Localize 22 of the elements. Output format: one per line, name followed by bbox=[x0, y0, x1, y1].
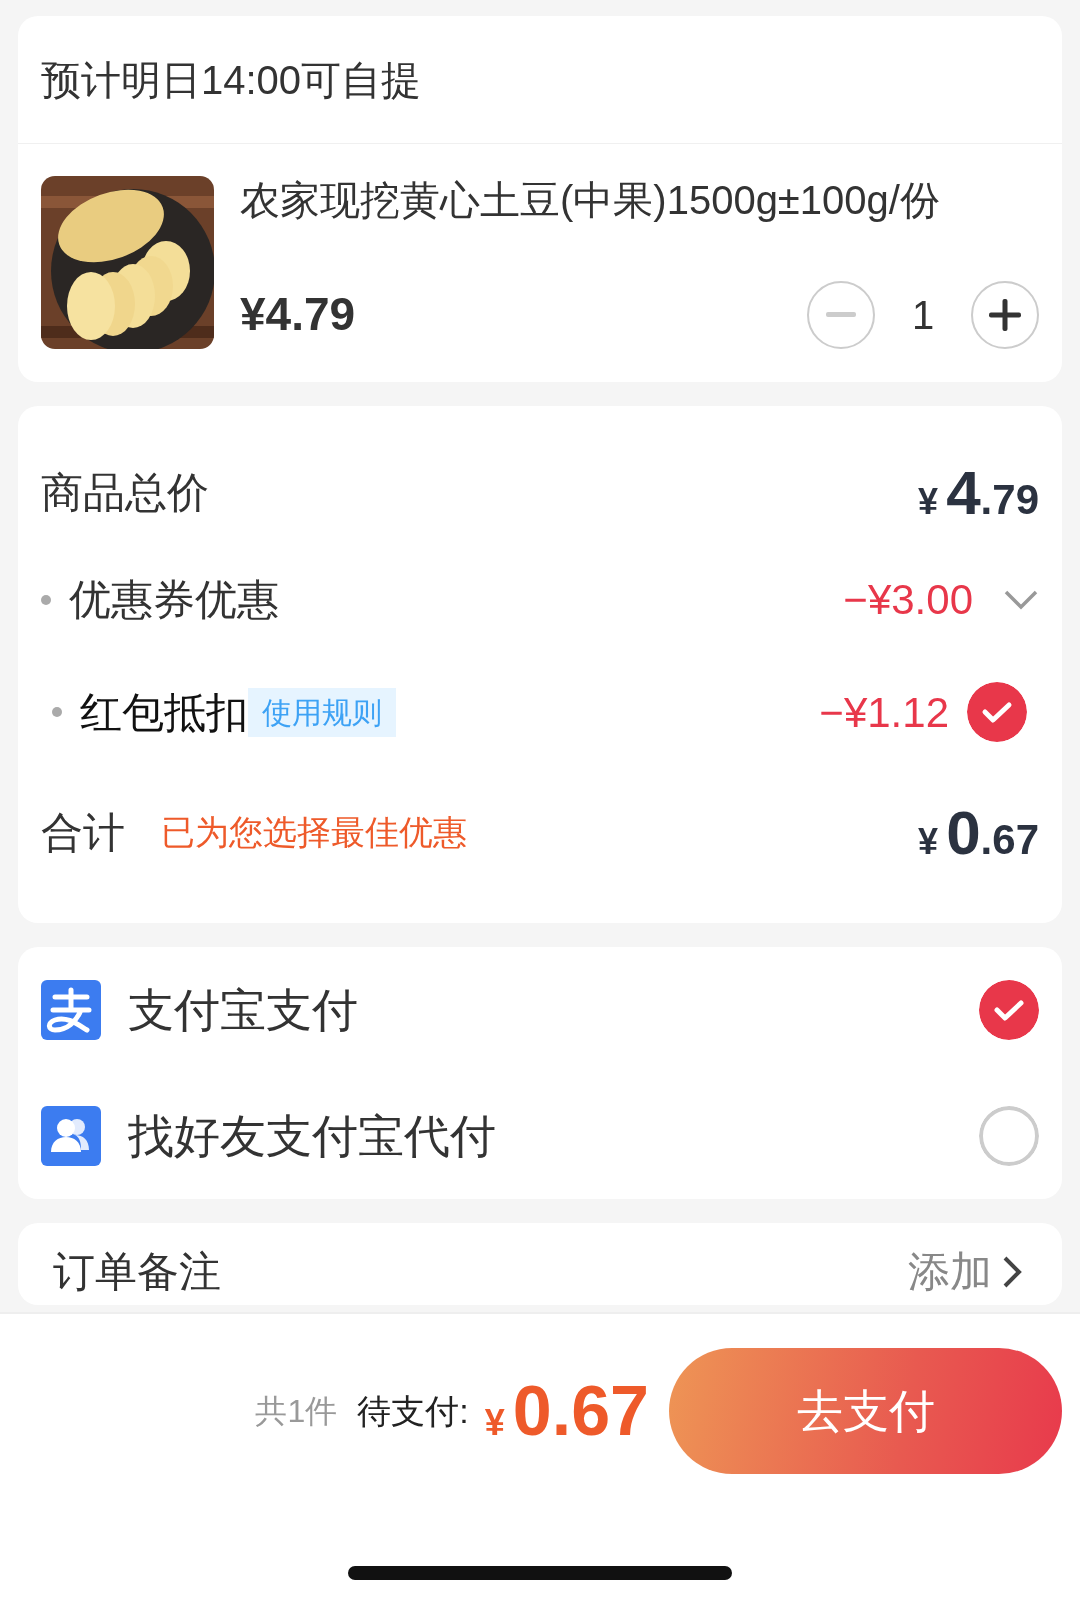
add-remark-link[interactable]: 添加 bbox=[908, 1240, 1022, 1303]
usage-rules-link[interactable]: 使用规则 bbox=[248, 687, 396, 737]
item-count: 共1件 bbox=[255, 1392, 338, 1431]
pay-button[interactable]: 去支付 bbox=[669, 1348, 1062, 1474]
product-price: ¥4.79 bbox=[240, 287, 356, 342]
total-price: ¥0.67 bbox=[918, 796, 1039, 869]
product-title: 农家现挖黄心土豆(中果)1500g±100g/份 bbox=[240, 177, 941, 224]
remark-label: 订单备注 bbox=[53, 1247, 222, 1297]
best-offer-note: 已为您选择最佳优惠 bbox=[161, 811, 467, 853]
payment-option[interactable]: 找好友支付宝代付 bbox=[128, 1101, 979, 1171]
payment-option[interactable]: 支付宝支付 bbox=[128, 975, 979, 1045]
discount-amount: −¥1.12 bbox=[819, 687, 949, 738]
summary-label: 合计 bbox=[41, 807, 125, 858]
pickup-time: 预计明日14:00可自提 bbox=[41, 56, 422, 104]
discount-amount: −¥3.00 bbox=[843, 575, 973, 625]
discount-label: 红包抵扣 bbox=[80, 687, 248, 738]
summary-label: 商品总价 bbox=[41, 467, 209, 518]
amount-due-label: 待支付: bbox=[357, 1390, 469, 1432]
quantity: 1 bbox=[910, 291, 936, 339]
total-price: ¥4.79 bbox=[918, 456, 1039, 529]
amount-due: ¥0.67 bbox=[484, 1370, 649, 1452]
discount-label: 优惠券优惠 bbox=[69, 575, 279, 625]
